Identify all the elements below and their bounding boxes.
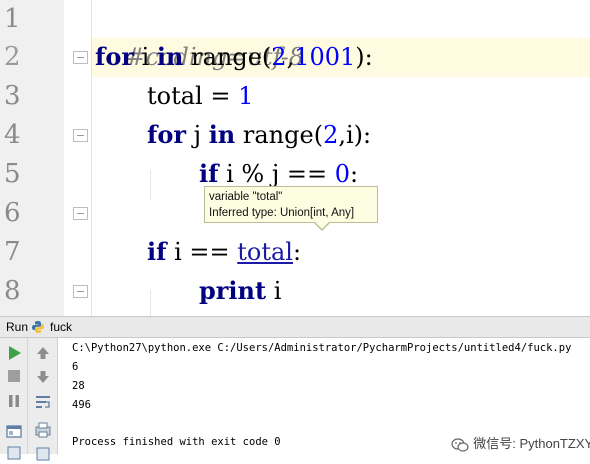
code-text: i == — [166, 238, 238, 266]
code-text: range( — [183, 43, 272, 71]
keyword-print: print — [199, 276, 267, 305]
print-icon[interactable] — [33, 420, 53, 440]
variable-reference-total[interactable]: total — [237, 238, 293, 266]
number-literal: 2 — [323, 121, 339, 149]
code-text: : — [350, 160, 359, 188]
run-config-name[interactable]: fuck — [50, 320, 72, 334]
line-number: 6 — [4, 198, 21, 228]
line-number: 1 — [4, 4, 21, 34]
tooltip-title: variable "total" — [209, 191, 283, 203]
keyword-for: for — [147, 120, 186, 149]
stop-icon[interactable] — [4, 366, 24, 386]
run-toolbar-right — [28, 338, 58, 461]
clear-all-icon[interactable] — [33, 444, 53, 464]
wechat-watermark: 微信号: PythonTZXY — [444, 418, 590, 452]
code-line-8: print i — [199, 272, 281, 310]
code-text: : — [292, 238, 302, 266]
line-number: 4 — [4, 120, 21, 150]
keyword-if: if — [147, 237, 167, 266]
code-text: ): — [355, 43, 373, 71]
wechat-logo-icon — [451, 437, 469, 452]
pause-icon[interactable] — [4, 391, 24, 411]
fold-marker-icon[interactable] — [73, 129, 88, 142]
keyword-for: for — [95, 42, 134, 71]
console-output-line: 28 — [72, 380, 85, 392]
fold-gutter — [64, 0, 92, 316]
line-number: 2 — [4, 42, 21, 72]
code-text: ,i): — [338, 121, 372, 149]
code-line-2: for i in range(2,1001): — [95, 38, 373, 76]
code-line-1: #coding=utf-8 — [95, 0, 304, 71]
keyword-in: in — [156, 42, 184, 71]
rerun-icon[interactable] — [4, 343, 24, 363]
python-config-icon — [32, 321, 44, 333]
fold-marker-icon[interactable] — [73, 51, 88, 64]
code-text: j — [185, 121, 209, 149]
number-literal: 2 — [271, 43, 287, 71]
console-command-line: C:\Python27\python.exe C:/Users/Administ… — [72, 342, 572, 354]
code-line-3: total = 1 — [147, 77, 253, 115]
code-line-7: if i == total: — [147, 233, 301, 271]
indent-guide — [150, 290, 151, 316]
line-number: 8 — [4, 276, 21, 306]
tooltip-inferred-type: Inferred type: Union[int, Any] — [209, 207, 355, 219]
scroll-down-icon[interactable] — [33, 367, 53, 387]
watermark-text: 微信号: PythonTZXY — [473, 436, 590, 451]
number-literal: 1001 — [294, 43, 356, 71]
soft-wrap-icon[interactable] — [33, 392, 53, 412]
number-literal: 0 — [334, 160, 351, 188]
code-text: i — [266, 277, 282, 305]
code-editor[interactable]: 1 2 3 4 5 6 7 8 #coding=utf-8 for i in r… — [0, 0, 590, 316]
line-number: 7 — [4, 237, 21, 267]
code-text: total = — [147, 82, 239, 110]
keyword-in: in — [208, 120, 236, 149]
gutter-divider — [91, 0, 92, 316]
code-text: i — [133, 43, 157, 71]
fold-end-marker-icon[interactable] — [73, 285, 88, 298]
restore-layout-icon[interactable] — [4, 422, 24, 442]
scroll-up-icon[interactable] — [33, 343, 53, 363]
number-literal: 1 — [238, 82, 254, 110]
line-number: 5 — [4, 159, 21, 189]
fold-end-marker-icon[interactable] — [73, 207, 88, 220]
run-toolbar-left — [0, 338, 28, 460]
console-exit-status: Process finished with exit code 0 — [72, 436, 281, 448]
keyword-if: if — [199, 159, 219, 188]
console-output-line: 496 — [72, 399, 91, 411]
console-output-line: 6 — [72, 361, 79, 373]
run-tab-title[interactable]: Run — [6, 320, 28, 334]
code-line-4: for j in range(2,i): — [147, 116, 371, 154]
type-hint-tooltip: variable "total" Inferred type: Union[in… — [204, 186, 378, 231]
run-panel-header: Run fuck — [0, 316, 590, 338]
indent-guide — [150, 170, 151, 200]
code-text: i % j == — [218, 160, 335, 188]
line-number: 3 — [4, 81, 21, 111]
settings-icon[interactable] — [4, 444, 24, 464]
code-text: range( — [235, 121, 324, 149]
